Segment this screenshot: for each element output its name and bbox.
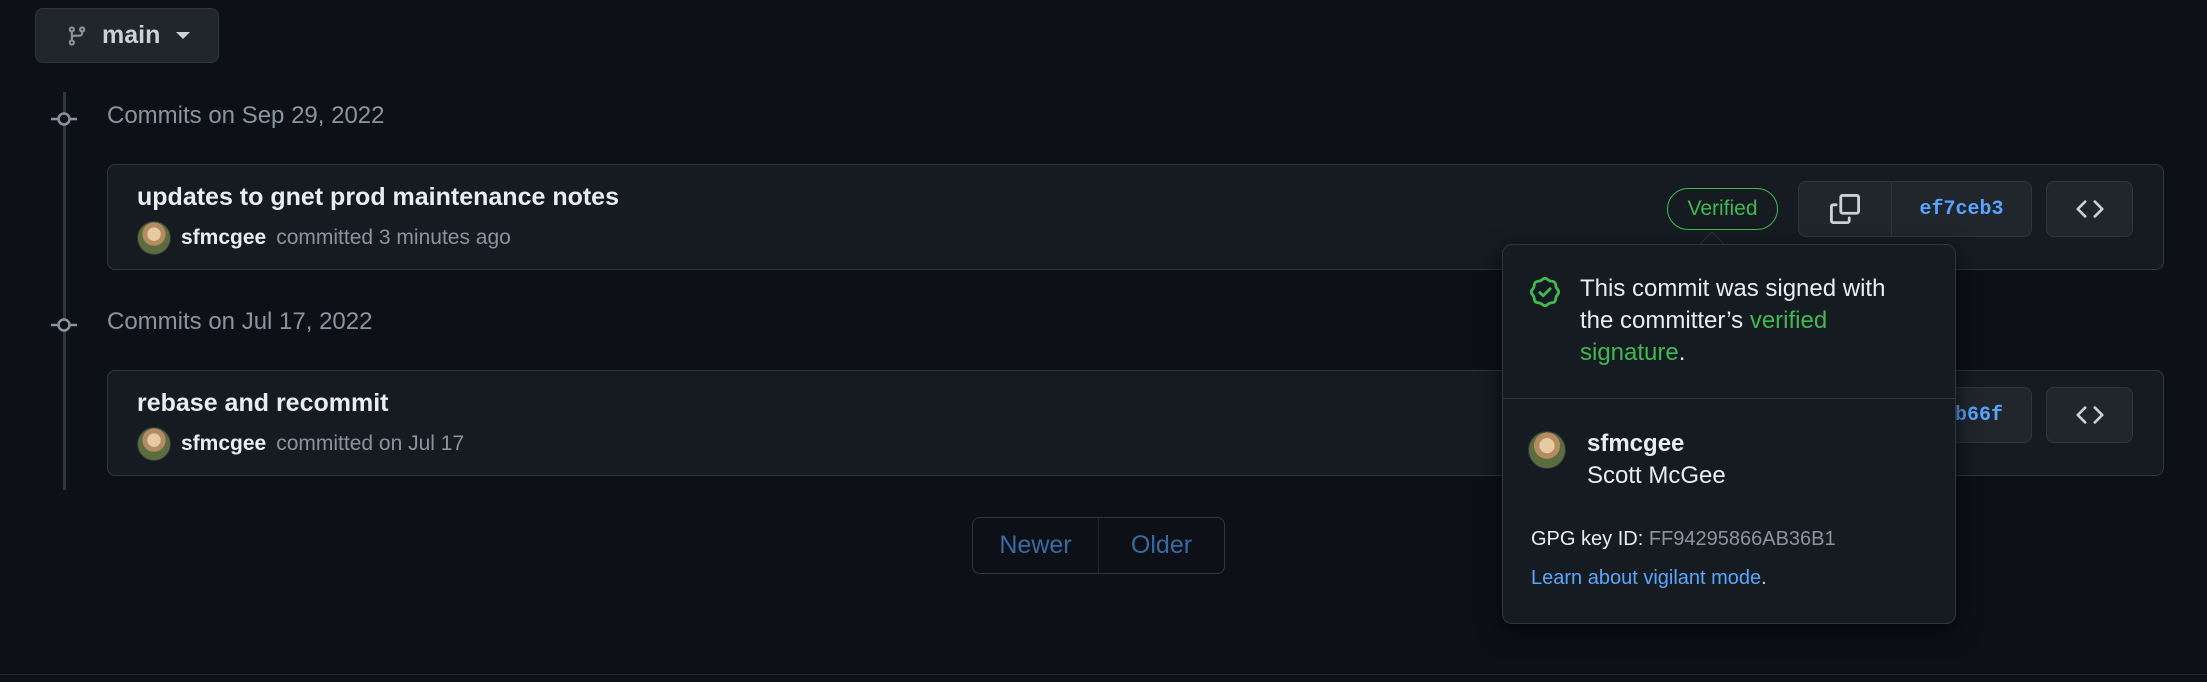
git-commit-icon <box>51 112 77 126</box>
avatar[interactable] <box>137 427 171 461</box>
vigilant-mode-row: Learn about vigilant mode. <box>1531 567 1767 590</box>
commit-time: committed on Jul 17 <box>276 432 465 455</box>
code-icon <box>2075 406 2104 424</box>
signature-message-suffix: . <box>1678 339 1686 366</box>
newer-button[interactable]: Newer <box>973 518 1098 573</box>
commit-meta: sfmcgee committed 3 minutes ago <box>137 221 511 255</box>
browse-code-button[interactable] <box>2046 181 2133 237</box>
avatar[interactable] <box>1528 431 1566 469</box>
older-button[interactable]: Older <box>1098 518 1224 573</box>
browse-code-button[interactable] <box>2046 387 2133 443</box>
commit-sha-link[interactable]: ef7ceb3 <box>1891 182 2031 236</box>
signer-full-name: Scott McGee <box>1587 462 1726 489</box>
signature-message: This commit was signed with the committe… <box>1580 273 1920 369</box>
pagination: Newer Older <box>972 517 1225 574</box>
commit-sha-group: ef7ceb3 <box>1798 181 2032 237</box>
caret-down-icon <box>176 32 191 39</box>
copy-sha-button[interactable] <box>1799 182 1891 236</box>
verified-check-icon <box>1530 277 1560 307</box>
code-icon <box>2075 200 2104 218</box>
copy-icon <box>1830 194 1860 224</box>
signer-login[interactable]: sfmcgee <box>1587 430 1684 458</box>
commit-group-heading: Commits on Sep 29, 2022 <box>107 102 385 129</box>
learn-vigilant-mode-link[interactable]: Learn about vigilant mode <box>1531 567 1761 589</box>
timeline-line <box>63 92 66 490</box>
commit-group-heading: Commits on Jul 17, 2022 <box>107 308 373 335</box>
verified-badge[interactable]: Verified <box>1667 188 1778 230</box>
gpg-key-row: GPG key ID: FF94295866AB36B1 <box>1531 528 1836 551</box>
gpg-key-value: FF94295866AB36B1 <box>1648 528 1836 550</box>
branch-name: main <box>102 21 161 49</box>
signature-message-text: This commit was signed with the committe… <box>1580 275 1886 334</box>
branch-select-button[interactable]: main <box>35 8 219 63</box>
commit-title-link[interactable]: rebase and recommit <box>137 389 389 418</box>
commit-author-link[interactable]: sfmcgee <box>181 432 266 456</box>
commit-title-link[interactable]: updates to gnet prod maintenance notes <box>137 183 619 212</box>
avatar[interactable] <box>137 221 171 255</box>
git-branch-icon <box>68 25 86 46</box>
commit-author-link[interactable]: sfmcgee <box>181 226 266 250</box>
learn-suffix: . <box>1761 567 1767 589</box>
commit-time: committed 3 minutes ago <box>276 226 511 249</box>
commit-meta: sfmcgee committed on Jul 17 <box>137 427 464 461</box>
footer-divider <box>0 674 2207 675</box>
gpg-key-label: GPG key ID: <box>1531 528 1644 550</box>
git-commit-icon <box>51 318 77 332</box>
popover-divider <box>1502 398 1956 399</box>
